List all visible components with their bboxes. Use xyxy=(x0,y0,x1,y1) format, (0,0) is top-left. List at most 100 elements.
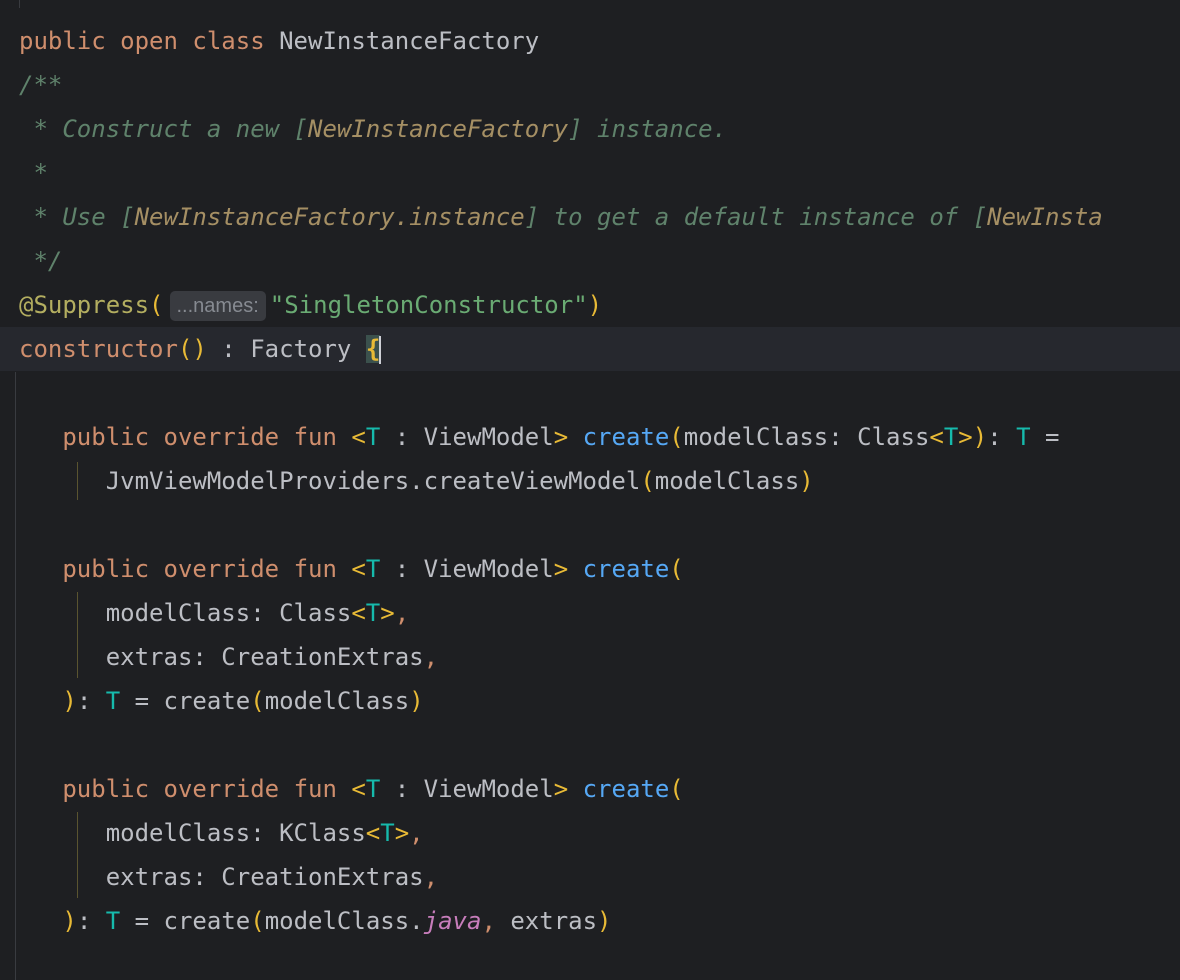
comma: , xyxy=(481,907,511,935)
paren: ) xyxy=(972,423,988,451)
angle-bracket: > xyxy=(553,555,569,583)
colon: : xyxy=(76,907,106,935)
doc-comment: to get a default instance of xyxy=(539,203,973,231)
return-type: T xyxy=(105,687,121,715)
colon: : xyxy=(380,423,424,451)
type-bound: ViewModel xyxy=(423,775,554,803)
return-type: T xyxy=(1016,423,1031,451)
doc-comment: * xyxy=(19,159,48,187)
string-literal: "SingletonConstructor" xyxy=(269,291,588,319)
keyword: override xyxy=(163,555,280,583)
paren: ) xyxy=(799,467,814,495)
code-line-1[interactable]: public open class NewInstanceFactory xyxy=(0,19,1180,63)
doc-link[interactable]: NewInsta xyxy=(987,203,1103,231)
class-name: NewInstanceFactory xyxy=(279,27,540,55)
annotation: @Suppress xyxy=(19,291,150,319)
colon: : xyxy=(380,775,424,803)
doc-link-bracket: [ xyxy=(293,115,308,143)
type-parameter: T xyxy=(365,423,381,451)
function-call: JvmViewModelProviders.createViewModel xyxy=(105,467,641,495)
function-name: create xyxy=(582,555,670,583)
doc-comment: instance. xyxy=(582,115,728,143)
code-line-18[interactable]: public override fun <T : ViewModel> crea… xyxy=(0,767,1180,811)
type-bound: ViewModel xyxy=(423,423,554,451)
angle-bracket: > xyxy=(394,819,410,847)
angle-bracket: > xyxy=(958,423,973,451)
code-line-21[interactable]: ): T = create(modelClass.java, extras) xyxy=(0,899,1180,943)
argument: modelClass xyxy=(264,687,410,715)
code-line-6[interactable]: */ xyxy=(0,239,1180,283)
type-parameter: T xyxy=(380,819,395,847)
code-line-3[interactable]: * Construct a new [NewInstanceFactory] i… xyxy=(0,107,1180,151)
angle-bracket: < xyxy=(351,599,366,627)
parameter: modelClass: Class xyxy=(683,423,930,451)
colon: : xyxy=(987,423,1017,451)
keyword: public xyxy=(62,555,150,583)
indent-guide-top xyxy=(19,0,20,8)
argument: extras xyxy=(510,907,598,935)
equals: = xyxy=(120,907,164,935)
argument: modelClass xyxy=(654,467,800,495)
extension-property: java xyxy=(423,907,482,935)
code-line-19[interactable]: modelClass: KClass<T>, xyxy=(0,811,1180,855)
matched-brace: { xyxy=(365,335,381,363)
code-line-10[interactable]: public override fun <T : ViewModel> crea… xyxy=(0,415,1180,459)
keyword: public xyxy=(62,775,150,803)
parameter-name-hint[interactable]: ...names: xyxy=(169,291,266,321)
doc-comment: * Use xyxy=(19,203,121,231)
keyword: override xyxy=(163,423,280,451)
paren: ( xyxy=(640,467,655,495)
type-parameter: T xyxy=(365,599,381,627)
type-parameter: T xyxy=(365,555,381,583)
parameter: modelClass: KClass xyxy=(105,819,366,847)
comma: , xyxy=(423,863,439,891)
code-line-20[interactable]: extras: CreationExtras, xyxy=(0,855,1180,899)
doc-link[interactable]: NewInstanceFactory xyxy=(308,115,568,143)
code-line-5[interactable]: * Use [NewInstanceFactory.instance] to g… xyxy=(0,195,1180,239)
keyword: class xyxy=(192,27,265,55)
parameter: modelClass: Class xyxy=(105,599,352,627)
code-line-7[interactable]: @Suppress(...names: "SingletonConstructor… xyxy=(0,283,1180,327)
code-line-15[interactable]: extras: CreationExtras, xyxy=(0,635,1180,679)
argument: modelClass. xyxy=(264,907,424,935)
doc-comment: */ xyxy=(19,247,63,275)
type-parameter: T xyxy=(365,775,381,803)
keyword: override xyxy=(163,775,280,803)
code-line-2[interactable]: /** xyxy=(0,63,1180,107)
paren: ( xyxy=(669,423,684,451)
paren: ( xyxy=(250,687,265,715)
paren: ) xyxy=(597,907,612,935)
equals: = xyxy=(120,687,164,715)
code-line-8-current[interactable]: constructor() : Factory { xyxy=(0,327,1180,371)
colon: : xyxy=(76,687,106,715)
angle-bracket: < xyxy=(929,423,944,451)
paren: ) xyxy=(587,291,603,319)
angle-bracket: < xyxy=(351,775,366,803)
keyword: public xyxy=(62,423,150,451)
angle-bracket: > xyxy=(553,423,569,451)
parameter: extras: CreationExtras xyxy=(105,643,424,671)
angle-bracket: < xyxy=(365,819,381,847)
function-name: create xyxy=(582,423,670,451)
keyword: fun xyxy=(293,555,337,583)
parameter: extras: CreationExtras xyxy=(105,863,424,891)
function-call: create xyxy=(163,907,251,935)
keyword: public xyxy=(19,27,106,55)
paren: ( xyxy=(669,555,684,583)
paren: ( xyxy=(669,775,684,803)
paren: ) xyxy=(62,687,77,715)
doc-comment: * Construct a new xyxy=(19,115,294,143)
comma: , xyxy=(423,643,439,671)
equals: = xyxy=(1030,423,1060,451)
paren: ) xyxy=(409,687,424,715)
code-line-14[interactable]: modelClass: Class<T>, xyxy=(0,591,1180,635)
code-line-4[interactable]: * xyxy=(0,151,1180,195)
type-bound: ViewModel xyxy=(423,555,554,583)
code-editor[interactable]: public open class NewInstanceFactory /**… xyxy=(0,0,1180,980)
code-line-16[interactable]: ): T = create(modelClass) xyxy=(0,679,1180,723)
code-line-13[interactable]: public override fun <T : ViewModel> crea… xyxy=(0,547,1180,591)
keyword: constructor xyxy=(19,335,178,363)
doc-link[interactable]: NewInstanceFactory.instance xyxy=(135,203,525,231)
code-line-11[interactable]: JvmViewModelProviders.createViewModel(mo… xyxy=(0,459,1180,503)
doc-link-bracket: [ xyxy=(120,203,135,231)
